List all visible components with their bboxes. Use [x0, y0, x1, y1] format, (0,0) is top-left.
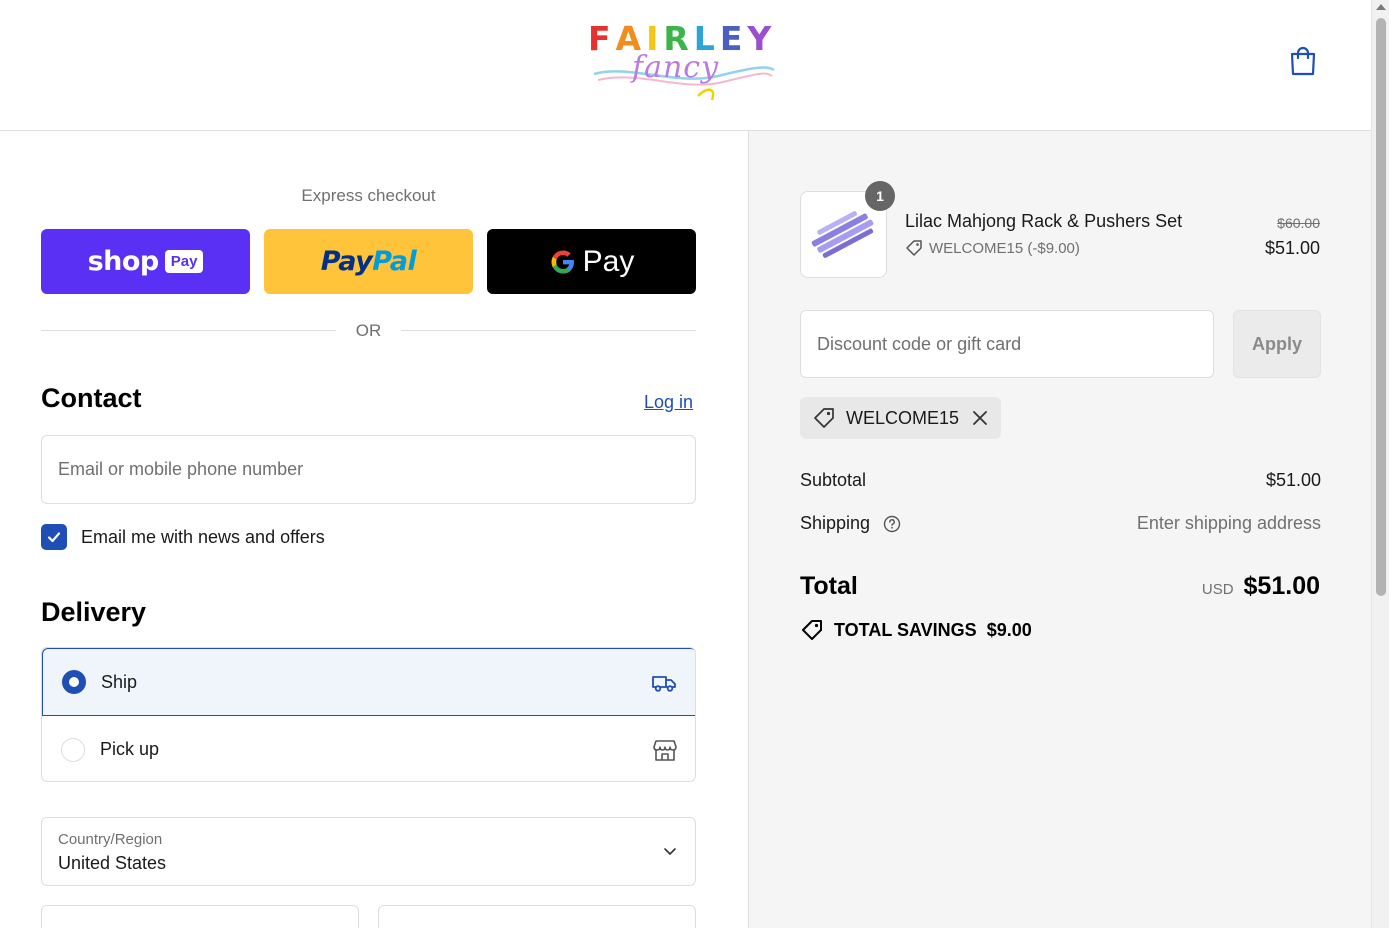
shipping-value: Enter shipping address — [1136, 513, 1321, 533]
tag-icon — [802, 620, 822, 640]
scroll-thumb[interactable] — [1376, 18, 1386, 596]
product-discount-text: WELCOME15 (-$9.00) — [929, 239, 1080, 257]
express-checkout-title: Express checkout — [301, 186, 436, 205]
currency-code: USD — [1201, 581, 1234, 598]
delivery-option-pickup[interactable]: Pick up — [42, 716, 695, 781]
country-label: Country/Region — [58, 831, 163, 848]
store-icon — [653, 739, 677, 761]
scroll-up-arrow[interactable] — [1376, 4, 1386, 10]
tag-icon — [906, 240, 922, 256]
brand-script: fancy — [632, 50, 720, 85]
total-savings: TOTAL SAVINGS $9.00 — [800, 618, 1032, 642]
email-field[interactable] — [42, 436, 695, 503]
remove-code-button[interactable] — [971, 409, 989, 427]
original-price: $60.00 — [1277, 215, 1320, 231]
quantity-badge: 1 — [865, 181, 895, 211]
savings-value: $9.00 — [986, 619, 1032, 640]
brand-logo[interactable]: FAIRLEY fancy — [588, 20, 778, 102]
help-icon[interactable] — [883, 515, 901, 533]
google-g-icon — [551, 250, 574, 273]
savings-label: TOTAL SAVINGS — [834, 619, 977, 640]
ship-label: Ship — [101, 671, 138, 692]
total-label: Total — [800, 572, 858, 600]
country-value: United States — [58, 853, 167, 873]
subtotal-value: $51.00 — [1265, 470, 1321, 490]
page-scrollbar[interactable] — [1371, 0, 1389, 928]
shop-pay-button[interactable]: shop Pay — [41, 229, 250, 294]
or-divider: OR — [41, 321, 696, 341]
product-thumbnail: 1 — [800, 181, 895, 278]
google-pay-word: Pay — [582, 244, 635, 278]
paypal-button[interactable]: PayPal — [264, 229, 473, 294]
shipping-row: Shipping Enter shipping address — [800, 513, 1321, 534]
pickup-radio[interactable] — [61, 737, 85, 762]
contact-title: Contact — [41, 383, 142, 413]
shipping-label: Shipping — [800, 513, 871, 533]
newsletter-checkbox[interactable] — [41, 524, 67, 550]
checkout-form: Express checkout shop Pay PayPal Pay OR … — [0, 131, 748, 928]
shopping-bag-icon[interactable] — [1286, 44, 1320, 78]
country-select[interactable]: Country/Region United States — [41, 817, 696, 886]
discount-code-field[interactable] — [801, 311, 1213, 377]
item-price: $51.00 — [1264, 238, 1320, 258]
tag-icon — [814, 408, 834, 428]
applied-code-text: WELCOME15 — [846, 407, 960, 428]
ship-radio[interactable] — [62, 670, 86, 694]
total-amount: $51.00 — [1243, 572, 1320, 600]
newsletter-checkbox-row[interactable]: Email me with news and offers — [41, 524, 325, 550]
email-field-wrapper — [41, 435, 696, 504]
delivery-title: Delivery — [41, 597, 147, 627]
apply-button[interactable]: Apply — [1233, 310, 1321, 378]
close-icon — [973, 411, 987, 425]
total-value: USD $51.00 — [1202, 572, 1320, 601]
last-name-field[interactable] — [378, 905, 696, 928]
discount-field-wrapper — [800, 310, 1214, 378]
newsletter-label: Email me with news and offers — [81, 526, 325, 547]
chevron-down-icon — [664, 848, 676, 856]
login-link[interactable]: Log in — [644, 392, 693, 413]
delivery-option-ship[interactable]: Ship — [42, 648, 695, 716]
google-pay-button[interactable]: Pay — [487, 229, 696, 294]
first-name-field[interactable] — [41, 905, 359, 928]
paypal-logo: PayPal — [320, 246, 417, 277]
or-text: OR — [355, 321, 382, 340]
order-summary: 1 Lilac Mahjong Rack & Pushers Set WELCO… — [748, 131, 1371, 928]
shop-pay-word: shop — [87, 246, 160, 277]
site-header: FAIRLEY fancy — [0, 0, 1371, 131]
product-discount: WELCOME15 (-$9.00) — [905, 239, 1080, 257]
subtotal-row: Subtotal $51.00 — [800, 470, 1321, 491]
shop-pay-badge: Pay — [164, 250, 204, 273]
applied-code-chip: WELCOME15 — [800, 397, 1002, 439]
pickup-label: Pick up — [100, 739, 160, 759]
subtotal-label: Subtotal — [800, 470, 867, 490]
delivery-method-group: Ship Pick up — [41, 647, 696, 782]
truck-icon — [652, 676, 676, 692]
checkmark-icon — [47, 532, 61, 543]
product-name: Lilac Mahjong Rack & Pushers Set — [905, 211, 1183, 231]
